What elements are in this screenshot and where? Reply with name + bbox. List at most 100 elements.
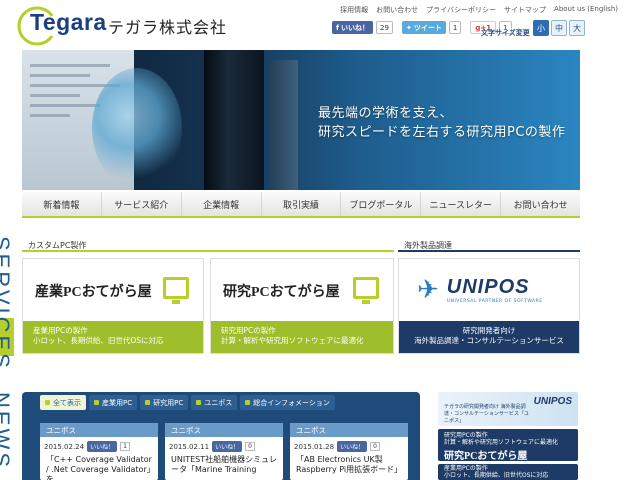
industrial-pc-card[interactable]: 産業PCおてがら屋 産業用PCの製作 小ロット、長期供給、旧世代OSに対応 (22, 258, 204, 354)
nav-newsletter[interactable]: ニュースレター (421, 192, 502, 216)
facebook-like-label: いいね！ (341, 23, 370, 32)
tab-bullet-icon (196, 400, 202, 405)
news-item[interactable]: ユニポス 2015.02.24 いいね！ 1 「C++ Coverage Val… (40, 423, 158, 480)
services-side-label: SERVICES (0, 236, 14, 371)
hero-banner: 最先端の学術を支え、 研究スピードを左右する研究用PCの製作 (22, 50, 580, 190)
nav-blog[interactable]: ブログポータル (341, 192, 422, 216)
unipos-banner-text: テガラの研究開発者向け 海外製品調達・コンサルテーションサービス「ユニポス」 (444, 404, 529, 424)
tab-industrial-pc-label: 産業用PC (102, 398, 133, 407)
unipos-card[interactable]: ✈ UNIPOS UNIVERSAL PARTNER OF SOFTWARE 研… (398, 258, 580, 354)
unipos-tagline: UNIVERSAL PARTNER OF SOFTWARE (446, 299, 543, 304)
nav-contact[interactable]: お問い合わせ (501, 192, 580, 216)
industrial-pc-name: 産業PCおてがら屋 (35, 285, 152, 300)
tab-all-label: 全て表示 (53, 398, 81, 407)
news-side-label: NEWS (0, 392, 14, 470)
news-category: ユニポス (40, 423, 158, 437)
tab-general[interactable]: 総合インフォメーション (240, 395, 335, 410)
top-link-sitemap[interactable]: サイトマップ (504, 5, 546, 15)
facebook-icon: f (336, 23, 340, 32)
unipos-wordmark: UNIPOS (446, 276, 530, 298)
hero-server-image-2 (270, 60, 298, 190)
tab-all[interactable]: 全て表示 (40, 395, 86, 410)
top-link-english[interactable]: About us (English) (554, 5, 618, 15)
top-link-recruit[interactable]: 採用情報 (340, 5, 368, 15)
news-title[interactable]: 「AB Electronics UK製 Raspberry Pi用拡張ボード」 (290, 452, 408, 475)
tab-industrial-pc[interactable]: 産業用PC (89, 395, 138, 410)
research-pc-name: 研究PCおてがら屋 (223, 285, 340, 300)
facebook-like-count: 29 (376, 21, 393, 34)
research-pc-card[interactable]: 研究PCおてがら屋 研究用PCの製作 計算・解析や研究用ソフトウェアに最適化 (210, 258, 394, 354)
overseas-rule (398, 250, 580, 252)
news-date: 2015.02.24 (44, 442, 85, 451)
top-links: 採用情報 お問い合わせ プライバシーポリシー サイトマップ About us (… (340, 5, 618, 15)
tab-bullet-icon (45, 400, 50, 405)
twitter-icon: ✦ (405, 23, 412, 32)
font-size-switcher: 小 中 大 (533, 20, 585, 36)
hero-server-image (204, 50, 264, 190)
airplane-icon: ✈ (417, 275, 439, 305)
news-like-count: 0 (245, 442, 255, 451)
news-category: ユニポス (165, 423, 283, 437)
unipos-desc1: 研究開発者向け (462, 326, 516, 335)
news-date: 2015.02.11 (169, 442, 210, 451)
pc-icon (353, 277, 379, 304)
news-title[interactable]: 「C++ Coverage Validator / .Net Coverage … (40, 452, 158, 480)
site-header: Tegara テガラ株式会社 採用情報 お問い合わせ プライバシーポリシー サイ… (0, 0, 626, 50)
hero-line-1: 最先端の学術を支え、 (318, 106, 454, 121)
news-category: ユニポス (290, 423, 408, 437)
tweet-count: 1 (448, 21, 462, 34)
custom-pc-rule (22, 250, 394, 252)
font-size-large-button[interactable]: 大 (569, 20, 585, 36)
news-date: 2015.01.28 (294, 442, 335, 451)
tab-bullet-icon (94, 400, 99, 405)
news-tabs: 全て表示 産業用PC 研究用PC ユニポス 総合インフォメーション (40, 395, 335, 410)
industrial-pc-banner[interactable]: 産業用PCの製作 小ロット、長期供給、旧世代OSに対応 (438, 464, 578, 480)
facebook-like-button[interactable]: f いいね！ (332, 21, 374, 34)
nav-clients[interactable]: 取引実績 (262, 192, 342, 216)
research-banner-name: 研究PCおてがら屋 (444, 451, 528, 461)
hero-headline: 最先端の学術を支え、 研究スピードを左右する研究用PCの製作 (318, 104, 565, 142)
news-like-count: 0 (370, 442, 380, 451)
research-pc-desc2: 計算・解析や研究用ソフトウェアに最適化 (221, 336, 364, 345)
company-name: テガラ株式会社 (108, 18, 228, 37)
research-pc-desc1: 研究用PCの製作 (221, 326, 276, 335)
hero-decoration (92, 68, 182, 188)
font-size-small-button[interactable]: 小 (533, 20, 549, 36)
news-like-button[interactable]: いいね！ (212, 441, 243, 452)
research-banner-text2: 計算・解析や研究用ソフトウェアに最適化 (444, 439, 559, 446)
industrial-banner-text2: 小ロット、長期供給、旧世代OSに対応 (444, 472, 549, 479)
logo-text[interactable]: Tegara (30, 9, 107, 36)
pc-icon (163, 277, 189, 304)
main-nav: 新着情報 サービス紹介 企業情報 取引実績 ブログポータル ニュースレター お問… (22, 192, 580, 218)
tab-general-label: 総合インフォメーション (253, 398, 330, 407)
font-size-label: 文字サイズ変更 (481, 29, 530, 37)
tweet-button[interactable]: ✦ ツイート (401, 21, 446, 34)
unipos-logo: ✈ UNIPOS UNIVERSAL PARTNER OF SOFTWARE (417, 275, 543, 305)
tab-research-pc-label: 研究用PC (153, 398, 184, 407)
font-size-medium-button[interactable]: 中 (551, 20, 567, 36)
research-pc-banner[interactable]: 研究用PCの製作 計算・解析や研究用ソフトウェアに最適化 研究PCおてがら屋 (438, 429, 578, 461)
industrial-pc-desc2: 小ロット、長期供給、旧世代OSに対応 (33, 336, 164, 345)
nav-news[interactable]: 新着情報 (22, 192, 102, 216)
news-like-count: 1 (120, 442, 130, 451)
top-link-contact[interactable]: お問い合わせ (376, 5, 418, 15)
tab-bullet-icon (145, 400, 151, 405)
nav-services[interactable]: サービス紹介 (102, 192, 182, 216)
news-item[interactable]: ユニポス 2015.01.28 いいね！ 0 「AB Electronics U… (290, 423, 408, 480)
news-like-button[interactable]: いいね！ (337, 441, 368, 452)
tab-unipos[interactable]: ユニポス (191, 395, 238, 410)
unipos-banner[interactable]: テガラの研究開発者向け 海外製品調達・コンサルテーションサービス「ユニポス」 U… (438, 392, 578, 426)
tab-research-pc[interactable]: 研究用PC (140, 395, 189, 410)
news-like-button[interactable]: いいね！ (87, 441, 118, 452)
unipos-desc2: 海外製品調達・コンサルテーションサービス (414, 336, 564, 345)
tab-bullet-icon (245, 400, 251, 405)
tab-unipos-label: ユニポス (204, 398, 233, 407)
top-link-privacy[interactable]: プライバシーポリシー (426, 5, 496, 15)
news-title[interactable]: UNITEST社船舶機器シミュレータ「Marine Training (165, 452, 283, 475)
industrial-pc-desc1: 産業用PCの製作 (33, 326, 88, 335)
nav-company[interactable]: 企業情報 (182, 192, 262, 216)
unipos-banner-logo: UNIPOS (533, 396, 572, 407)
news-item[interactable]: ユニポス 2015.02.11 いいね！ 0 UNITEST社船舶機器シミュレー… (165, 423, 283, 480)
tweet-label: ツイート (413, 23, 442, 32)
hero-line-2: 研究スピードを左右する研究用PCの製作 (318, 125, 566, 140)
